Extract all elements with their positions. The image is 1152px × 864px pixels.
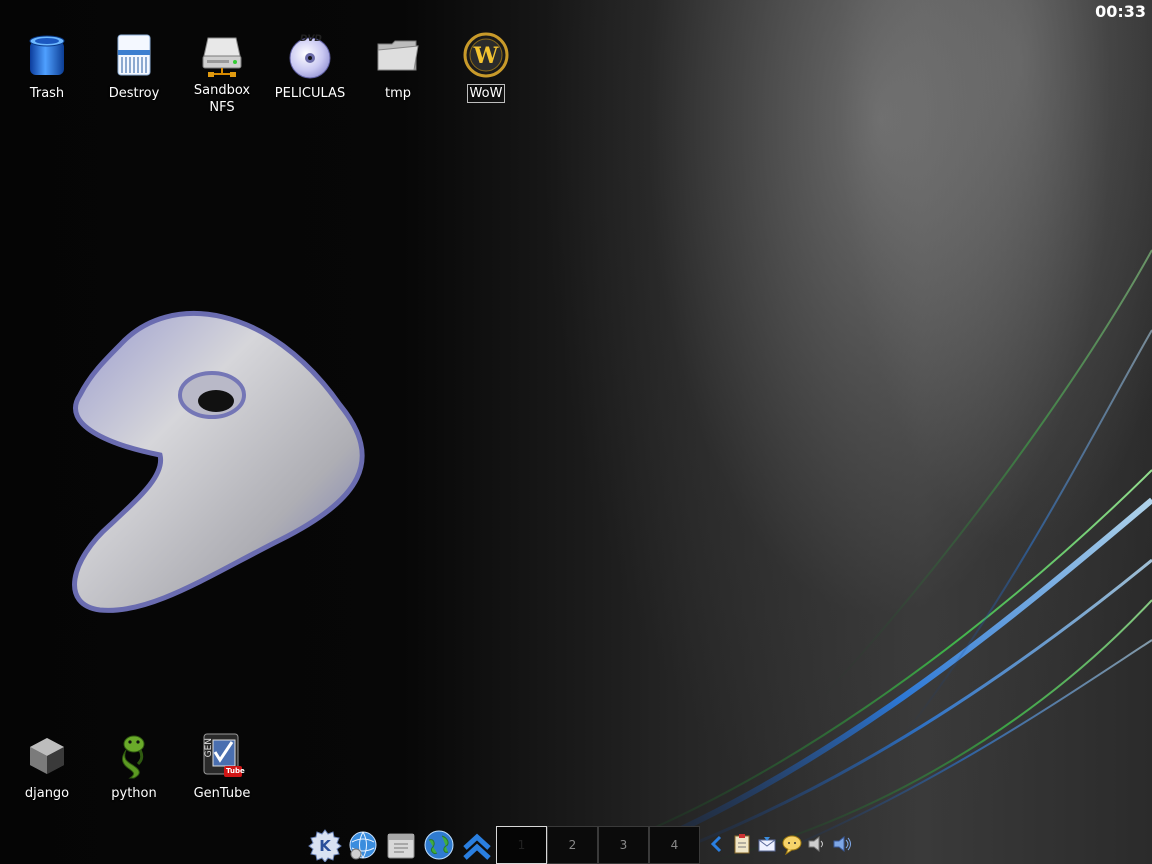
desktop-pager: 1 2 3 4 bbox=[496, 826, 700, 864]
desktop-icon-python[interactable]: python bbox=[94, 732, 174, 802]
system-tray bbox=[706, 833, 853, 857]
desktop-icon-label: django bbox=[24, 786, 70, 801]
shredder-icon bbox=[110, 32, 158, 80]
desktop-icon-wow[interactable]: W WoW bbox=[446, 32, 526, 103]
python-snake-icon bbox=[110, 732, 158, 780]
dvd-icon: DVD bbox=[286, 32, 334, 80]
mail-icon[interactable] bbox=[756, 833, 778, 855]
chat-messenger-icon[interactable] bbox=[781, 833, 803, 856]
pager-desktop-3[interactable]: 3 bbox=[598, 826, 649, 864]
pager-desktop-2[interactable]: 2 bbox=[547, 826, 598, 864]
desktop-icon-peliculas[interactable]: DVD PELICULAS bbox=[270, 32, 350, 102]
desktop-icon-label: Sandbox NFS bbox=[193, 83, 251, 115]
pager-desktop-4[interactable]: 4 bbox=[649, 826, 700, 864]
pager-desktop-1[interactable]: 1 bbox=[496, 826, 547, 864]
network-settings-icon[interactable] bbox=[346, 828, 380, 862]
svg-text:K: K bbox=[319, 837, 332, 855]
cube-icon bbox=[23, 732, 71, 780]
desktop-icon-label: tmp bbox=[384, 86, 411, 101]
desktop-icon-label: python bbox=[111, 786, 157, 801]
folder-icon bbox=[374, 32, 422, 80]
gentoo-logo bbox=[40, 285, 400, 650]
desktop-icon-label: Destroy bbox=[108, 86, 160, 101]
volume-speaker-icon[interactable] bbox=[806, 833, 828, 855]
file-manager-icon[interactable] bbox=[384, 828, 418, 862]
desktop-icon-sandbox-nfs[interactable]: Sandbox NFS bbox=[182, 32, 262, 116]
desktop-icon-label: WoW bbox=[466, 84, 506, 103]
desktop-icon-destroy[interactable]: Destroy bbox=[94, 32, 174, 102]
trash-icon bbox=[23, 32, 71, 80]
desktop-icon-trash[interactable]: Trash bbox=[7, 32, 87, 102]
desktop-icon-tmp[interactable]: tmp bbox=[358, 32, 438, 102]
desktop-icon-label: GenTube bbox=[193, 786, 251, 801]
k-menu-icon[interactable]: K bbox=[308, 828, 342, 863]
show-desktop-up-arrow-icon[interactable] bbox=[460, 828, 494, 862]
youtube-badge-text: Tube bbox=[226, 767, 245, 775]
desktop-icon-label: Trash bbox=[29, 86, 65, 101]
tray-collapse-arrow-icon[interactable] bbox=[706, 833, 728, 855]
desktop-icon-django[interactable]: django bbox=[7, 732, 87, 802]
clock[interactable]: 00:33 bbox=[1095, 2, 1146, 21]
web-browser-icon[interactable] bbox=[422, 828, 456, 862]
mixer-speaker-icon[interactable] bbox=[831, 833, 853, 855]
gentube-icon: GEN Tube bbox=[198, 732, 246, 780]
desktop-icon-label: PELICULAS bbox=[274, 86, 346, 101]
gentube-gen-text: GEN bbox=[204, 738, 214, 758]
clipboard-icon[interactable] bbox=[731, 833, 753, 855]
network-drive-icon bbox=[198, 32, 246, 80]
kde-panel: K 1 2 3 4 bbox=[308, 825, 851, 864]
desktop-icon-gentube[interactable]: GEN Tube GenTube bbox=[182, 732, 262, 802]
dvd-badge-text: DVD bbox=[300, 34, 322, 44]
svg-text:W: W bbox=[473, 43, 499, 69]
wow-icon: W bbox=[462, 32, 510, 80]
